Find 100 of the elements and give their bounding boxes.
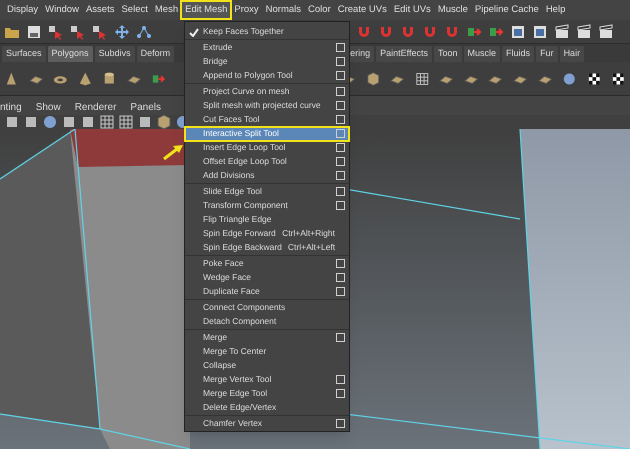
option-box-icon[interactable]	[336, 71, 345, 80]
menu-bar-item[interactable]: Create UVs	[334, 2, 390, 18]
grid-icon[interactable]	[99, 114, 115, 130]
menu-bar-item[interactable]: Pipeline Cache	[472, 2, 542, 18]
shelf-tab[interactable]: Fur	[536, 46, 558, 62]
option-box-icon[interactable]	[336, 187, 345, 196]
window-icon[interactable]	[532, 24, 548, 40]
option-box-icon[interactable]	[336, 43, 345, 52]
option-box-icon[interactable]	[336, 115, 345, 124]
option-box-icon[interactable]	[336, 287, 345, 296]
menu-item[interactable]: Insert Edge Loop Tool	[185, 140, 349, 154]
option-box-icon[interactable]	[336, 87, 345, 96]
menu-item[interactable]: Offset Edge Loop Tool	[185, 154, 349, 168]
cone-icon[interactable]	[4, 70, 19, 86]
shelf-tab[interactable]: Surfaces	[2, 46, 46, 62]
option-box-icon[interactable]	[336, 57, 345, 66]
menu-item[interactable]: Transform Component	[185, 198, 349, 212]
menu-item[interactable]: Merge	[185, 330, 349, 344]
menu-item[interactable]: Chamfer Vertex	[185, 416, 349, 430]
cursor-icon[interactable]	[70, 24, 86, 40]
square-icon[interactable]	[23, 114, 39, 130]
menu-item[interactable]: Bridge	[185, 54, 349, 68]
cylinder-icon[interactable]	[102, 70, 117, 86]
square-icon[interactable]	[61, 114, 77, 130]
shelf-tab[interactable]: PaintEffects	[376, 46, 432, 62]
menu-item[interactable]: Connect Components	[185, 300, 349, 314]
menu-bar-item[interactable]: Normals	[262, 2, 304, 18]
shelf-tab[interactable]: Muscle	[464, 46, 500, 62]
menu-item[interactable]: Split mesh with projected curve	[185, 98, 349, 112]
cursor-icon[interactable]	[92, 24, 108, 40]
menu-item[interactable]: Merge Edge Tool	[185, 386, 349, 400]
menu-bar-item[interactable]: Mesh	[152, 2, 182, 18]
menu-item[interactable]: Keep Faces Together	[185, 24, 349, 38]
square-icon[interactable]	[80, 114, 96, 130]
menu-item[interactable]: Wedge Face	[185, 270, 349, 284]
option-box-icon[interactable]	[336, 101, 345, 110]
menu-item[interactable]: Delete Edge/Vertex	[185, 400, 349, 414]
option-box-icon[interactable]	[336, 143, 345, 152]
clapper-icon[interactable]	[598, 24, 614, 40]
pyramid-icon[interactable]	[78, 70, 92, 86]
option-box-icon[interactable]	[336, 171, 345, 180]
menu-bar-item[interactable]: Edit Mesh	[182, 2, 230, 18]
shelf-tab[interactable]: Subdivs	[94, 46, 135, 62]
panel-menu-item[interactable]: nting	[0, 100, 22, 114]
move-icon[interactable]	[114, 24, 130, 40]
menu-item[interactable]: Add Divisions	[185, 168, 349, 182]
menu-item[interactable]: Append to Polygon Tool	[185, 68, 349, 82]
panel-menu-item[interactable]: Show	[36, 100, 61, 114]
menu-bar-item[interactable]: Proxy	[231, 2, 262, 18]
clapper-icon[interactable]	[554, 24, 570, 40]
menu-bar-item[interactable]: Select	[118, 2, 151, 18]
menu-item[interactable]: Flip Triangle Edge	[185, 212, 349, 226]
menu-item[interactable]: Merge Vertex Tool	[185, 372, 349, 386]
menu-item[interactable]: Slide Edge Tool	[185, 184, 349, 198]
menu-bar-item[interactable]: Muscle	[434, 2, 471, 18]
menu-bar-item[interactable]: Display	[4, 2, 42, 18]
option-box-icon[interactable]	[336, 157, 345, 166]
option-box-icon[interactable]	[336, 201, 345, 210]
menu-item[interactable]: Merge To Center	[185, 344, 349, 358]
square-icon[interactable]	[137, 114, 153, 130]
menu-item[interactable]: Project Curve on mesh	[185, 84, 349, 98]
menu-bar-item[interactable]: Window	[42, 2, 82, 18]
option-box-icon[interactable]	[336, 333, 345, 342]
menu-bar-item[interactable]: Color	[305, 2, 334, 18]
menu-item[interactable]: Poke Face	[185, 256, 349, 270]
menu-item[interactable]: Spin Edge Forward Ctrl+Alt+Right	[185, 226, 349, 240]
option-box-icon[interactable]	[336, 389, 345, 398]
menu-item[interactable]: Collapse	[185, 358, 349, 372]
shelf-tab[interactable]: Polygons	[48, 46, 93, 62]
nodes-icon[interactable]	[136, 24, 152, 40]
cursor-icon[interactable]	[48, 24, 64, 40]
cube-icon[interactable]	[366, 70, 380, 86]
shelf-tab[interactable]: Fluids	[502, 46, 534, 62]
shelf-tab[interactable]: Hair	[560, 46, 584, 62]
menu-item[interactable]: Detach Component	[185, 314, 349, 328]
clapper-icon[interactable]	[576, 24, 592, 40]
menu-item[interactable]: Cut Faces Tool	[185, 112, 349, 126]
option-box-icon[interactable]	[336, 419, 345, 428]
save-icon[interactable]	[26, 24, 42, 40]
checker-icon[interactable]	[611, 70, 626, 86]
menu-bar-item[interactable]: Edit UVs	[390, 2, 434, 18]
panel-menu-item[interactable]: Panels	[130, 100, 161, 114]
grid-icon[interactable]	[118, 114, 134, 130]
panel-menu-item[interactable]: Renderer	[74, 100, 116, 114]
option-box-icon[interactable]	[336, 273, 345, 282]
menu-item[interactable]: Extrude	[185, 40, 349, 54]
shelf-tab[interactable]: Toon	[434, 46, 462, 62]
menu-item[interactable]: Duplicate Face	[185, 284, 349, 298]
menu-item[interactable]: Interactive Split Tool	[185, 126, 349, 140]
grid-icon[interactable]	[414, 70, 430, 86]
checkmark-icon	[189, 28, 199, 36]
menu-item[interactable]: Spin Edge Backward Ctrl+Alt+Left	[185, 240, 349, 254]
window-icon[interactable]	[510, 24, 526, 40]
shelf-tab[interactable]: Deform	[136, 46, 174, 62]
menu-bar-item[interactable]: Assets	[82, 2, 118, 18]
checker-icon[interactable]	[586, 70, 602, 86]
square-icon[interactable]	[4, 114, 20, 130]
menu-bar-item[interactable]: Help	[542, 2, 568, 18]
option-box-icon[interactable]	[336, 375, 345, 384]
option-box-icon[interactable]	[336, 259, 345, 268]
